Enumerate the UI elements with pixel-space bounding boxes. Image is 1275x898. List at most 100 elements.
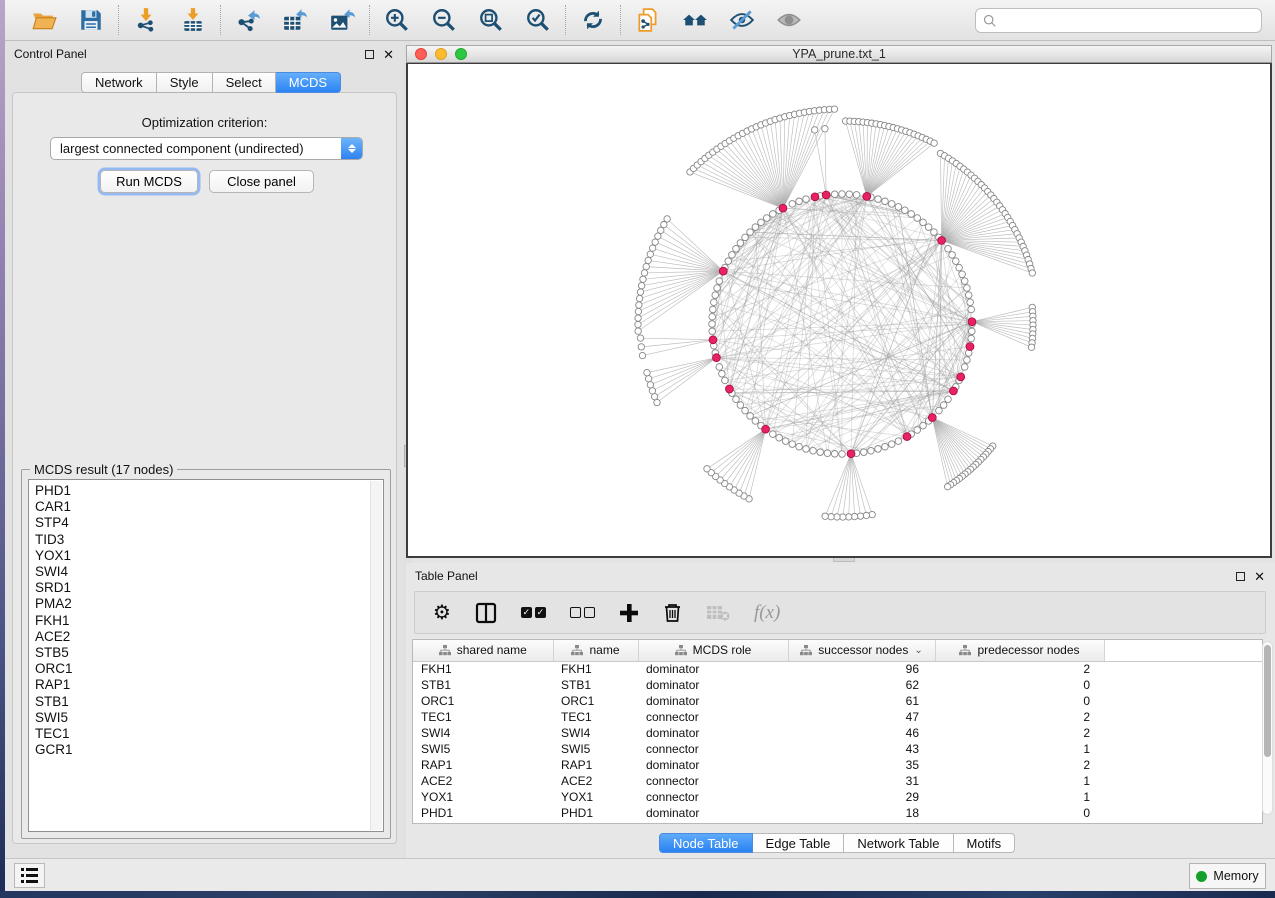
- network-node[interactable]: [949, 252, 956, 259]
- network-leaf-node[interactable]: [1028, 344, 1034, 350]
- network-node[interactable]: [752, 418, 759, 425]
- network-leaf-node[interactable]: [651, 393, 657, 399]
- network-node[interactable]: [710, 306, 717, 313]
- network-node[interactable]: [961, 364, 968, 371]
- network-leaf-node[interactable]: [645, 257, 651, 263]
- export-table-icon[interactable]: [281, 6, 309, 34]
- show-all-icon[interactable]: [775, 6, 803, 34]
- network-node[interactable]: [733, 245, 740, 252]
- network-node[interactable]: [770, 431, 777, 438]
- network-hub-node[interactable]: [726, 385, 734, 393]
- network-node[interactable]: [882, 198, 889, 205]
- network-hub-node[interactable]: [847, 450, 855, 458]
- network-node[interactable]: [747, 413, 754, 420]
- network-node[interactable]: [936, 407, 943, 414]
- close-panel-icon[interactable]: ✕: [1254, 572, 1265, 581]
- search-field[interactable]: [975, 8, 1262, 33]
- mcds-result-item[interactable]: FKH1: [35, 613, 383, 629]
- table-row[interactable]: SWI5SWI5connector431: [413, 741, 1262, 757]
- column-header-successor-nodes[interactable]: successor nodes⌄: [788, 640, 935, 661]
- network-leaf-node[interactable]: [635, 315, 641, 321]
- table-row[interactable]: ORC1ORC1dominator610: [413, 693, 1262, 709]
- network-node[interactable]: [846, 191, 853, 198]
- network-graph[interactable]: [408, 64, 1270, 556]
- tab-style[interactable]: Style: [157, 72, 213, 93]
- search-input[interactable]: [1002, 13, 1254, 29]
- network-node[interactable]: [711, 299, 718, 306]
- network-node[interactable]: [725, 258, 732, 265]
- network-node[interactable]: [770, 211, 777, 218]
- network-node[interactable]: [853, 192, 860, 199]
- export-image-icon[interactable]: [328, 6, 356, 34]
- network-leaf-node[interactable]: [635, 328, 641, 334]
- network-leaf-node[interactable]: [828, 513, 834, 519]
- network-node[interactable]: [875, 446, 882, 453]
- table-row[interactable]: ACE2ACE2connector311: [413, 773, 1262, 789]
- tab-edge-table[interactable]: Edge Table: [753, 833, 845, 853]
- tab-select[interactable]: Select: [213, 72, 276, 93]
- memory-button[interactable]: Memory: [1189, 863, 1266, 889]
- network-node[interactable]: [875, 196, 882, 203]
- network-node[interactable]: [940, 402, 947, 409]
- network-node[interactable]: [733, 396, 740, 403]
- network-leaf-node[interactable]: [638, 344, 644, 350]
- save-session-icon[interactable]: [77, 6, 105, 34]
- network-hub-node[interactable]: [719, 267, 727, 275]
- mcds-result-item[interactable]: ACE2: [35, 629, 383, 645]
- network-node[interactable]: [860, 449, 867, 456]
- network-node[interactable]: [945, 245, 952, 252]
- network-node[interactable]: [729, 252, 736, 259]
- network-leaf-node[interactable]: [635, 321, 641, 327]
- network-leaf-node[interactable]: [649, 245, 655, 251]
- network-node[interactable]: [888, 441, 895, 448]
- table-row[interactable]: PHD1PHD1dominator180: [413, 805, 1262, 821]
- network-node[interactable]: [742, 234, 749, 241]
- network-node[interactable]: [908, 211, 915, 218]
- list-scrollbar-track[interactable]: [370, 481, 382, 830]
- network-node[interactable]: [831, 191, 838, 198]
- run-mcds-button[interactable]: Run MCDS: [100, 170, 198, 193]
- network-leaf-node[interactable]: [641, 270, 647, 276]
- network-leaf-node[interactable]: [649, 388, 655, 394]
- network-leaf-node[interactable]: [635, 308, 641, 314]
- mcds-result-item[interactable]: PMA2: [35, 596, 383, 612]
- network-node[interactable]: [965, 292, 972, 299]
- import-table-icon[interactable]: [179, 6, 207, 34]
- network-node[interactable]: [714, 285, 721, 292]
- float-panel-icon[interactable]: [365, 50, 374, 59]
- network-node[interactable]: [747, 229, 754, 236]
- network-node[interactable]: [824, 450, 831, 457]
- network-node[interactable]: [945, 396, 952, 403]
- network-leaf-node[interactable]: [840, 514, 846, 520]
- tab-mcds[interactable]: MCDS: [276, 72, 341, 93]
- zoom-in-icon[interactable]: [383, 6, 411, 34]
- network-node[interactable]: [737, 240, 744, 247]
- table-scrollbar-thumb[interactable]: [1264, 645, 1271, 757]
- network-node[interactable]: [716, 364, 723, 371]
- network-node[interactable]: [964, 285, 971, 292]
- network-leaf-node[interactable]: [857, 513, 863, 519]
- network-leaf-node[interactable]: [812, 127, 818, 133]
- table-row[interactable]: FKH1FKH1dominator962: [413, 661, 1262, 677]
- mcds-result-item[interactable]: RAP1: [35, 677, 383, 693]
- column-header-MCDS-role[interactable]: MCDS role: [638, 640, 788, 661]
- network-node[interactable]: [719, 370, 726, 377]
- network-node[interactable]: [709, 313, 716, 320]
- network-leaf-node[interactable]: [822, 126, 828, 132]
- network-hub-node[interactable]: [762, 425, 770, 433]
- network-node[interactable]: [902, 207, 909, 214]
- network-leaf-node[interactable]: [851, 513, 857, 519]
- network-leaf-node[interactable]: [647, 251, 653, 257]
- table-settings-icon[interactable]: ⚙: [433, 601, 451, 625]
- zoom-fit-icon[interactable]: [477, 6, 505, 34]
- network-leaf-node[interactable]: [637, 335, 643, 341]
- network-node[interactable]: [914, 427, 921, 434]
- network-node[interactable]: [803, 196, 810, 203]
- table-scrollbar-track[interactable]: [1262, 641, 1273, 815]
- deselect-all-icon[interactable]: [570, 601, 595, 625]
- network-node[interactable]: [968, 335, 975, 342]
- tab-network-table[interactable]: Network Table: [844, 833, 953, 853]
- network-node[interactable]: [763, 215, 770, 222]
- network-node[interactable]: [839, 451, 846, 458]
- network-hub-node[interactable]: [709, 336, 717, 344]
